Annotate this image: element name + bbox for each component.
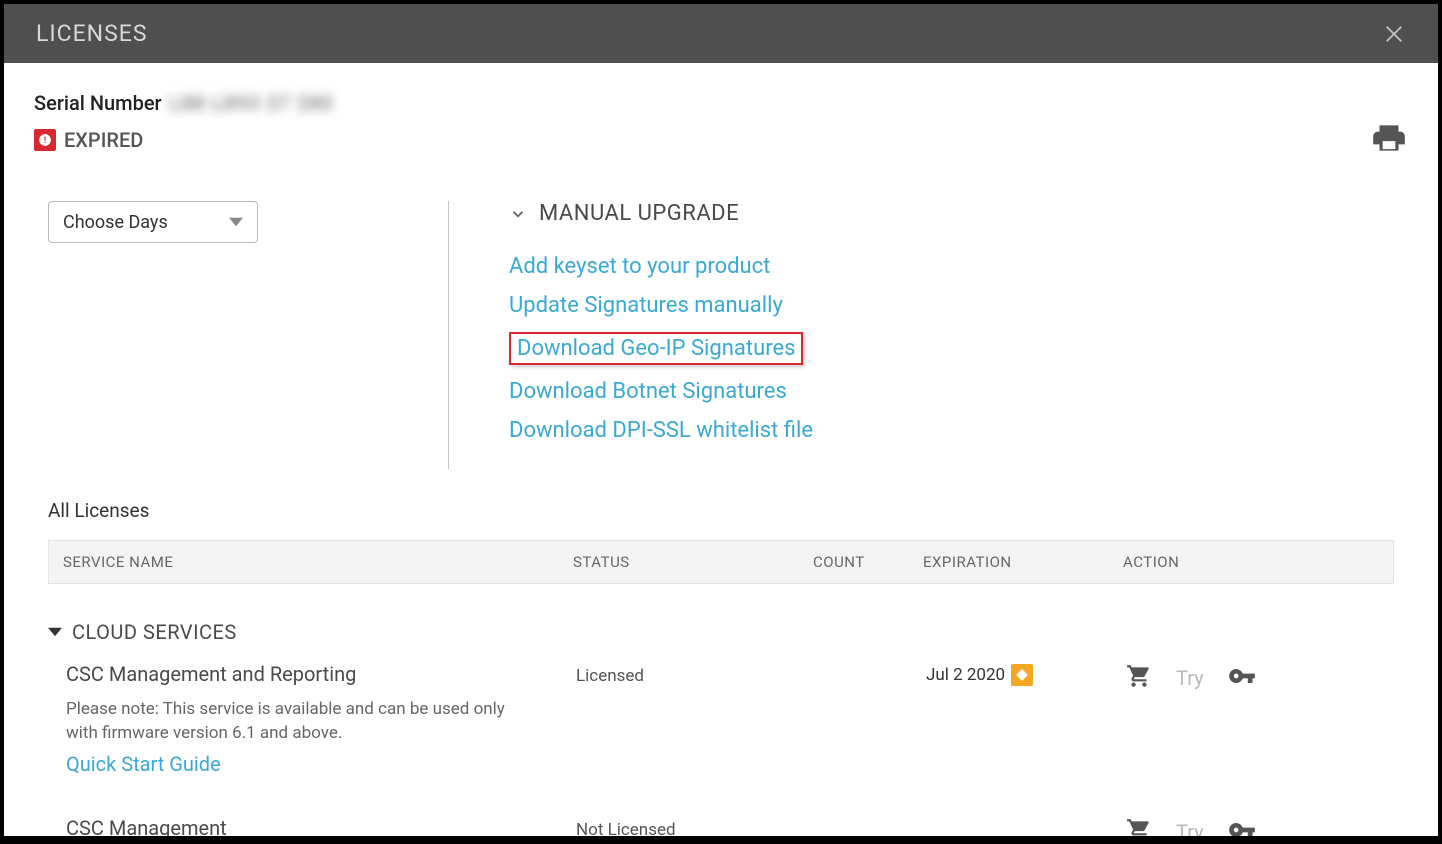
update-signatures-link[interactable]: Update Signatures manually — [509, 293, 783, 318]
count-cell — [816, 816, 926, 820]
cart-icon[interactable] — [1126, 817, 1152, 836]
quick-start-guide-link[interactable]: Quick Start Guide — [66, 752, 221, 776]
print-icon[interactable] — [1370, 119, 1408, 161]
status-cell: Licensed — [576, 662, 816, 686]
close-icon[interactable] — [1382, 22, 1406, 46]
col-expiration: EXPIRATION — [909, 553, 1109, 571]
cart-icon[interactable] — [1126, 663, 1152, 693]
manual-upgrade-title: MANUAL UPGRADE — [539, 201, 739, 226]
col-action: ACTION — [1109, 553, 1393, 571]
cloud-services-title: CLOUD SERVICES — [72, 620, 237, 644]
expiration-cell — [926, 816, 1126, 818]
choose-days-dropdown[interactable]: Choose Days — [48, 201, 258, 243]
download-dpissl-link[interactable]: Download DPI-SSL whitelist file — [509, 418, 813, 443]
add-keyset-link[interactable]: Add keyset to your product — [509, 254, 770, 279]
key-icon[interactable] — [1228, 816, 1256, 836]
col-status: STATUS — [559, 553, 799, 571]
table-header: SERVICE NAME STATUS COUNT EXPIRATION ACT… — [48, 540, 1394, 584]
choose-days-label: Choose Days — [63, 212, 168, 233]
key-icon[interactable] — [1228, 662, 1256, 694]
service-name: CSC Management and Reporting — [66, 662, 576, 686]
page-title: LICENSES — [36, 20, 147, 47]
col-service-name: SERVICE NAME — [49, 553, 559, 571]
service-name: CSC Management — [66, 816, 576, 836]
try-button[interactable]: Try — [1176, 820, 1204, 836]
count-cell — [816, 662, 926, 666]
try-button[interactable]: Try — [1176, 666, 1204, 690]
service-note: Please note: This service is available a… — [66, 698, 536, 746]
diamond-icon — [1011, 664, 1033, 686]
serial-number-value: L88 L893 37 280 — [170, 91, 334, 115]
cloud-services-section-toggle[interactable]: CLOUD SERVICES — [48, 620, 1394, 644]
download-geoip-link[interactable]: Download Geo-IP Signatures — [509, 332, 803, 365]
col-count: COUNT — [799, 553, 909, 571]
alert-icon — [34, 129, 56, 151]
serial-number-label: Serial Number — [34, 91, 162, 115]
manual-upgrade-toggle[interactable]: MANUAL UPGRADE — [509, 201, 1408, 226]
all-licenses-label: All Licenses — [34, 499, 1408, 522]
status-cell: Not Licensed — [576, 816, 816, 836]
status-badge: EXPIRED — [64, 128, 143, 152]
download-botnet-link[interactable]: Download Botnet Signatures — [509, 379, 787, 404]
table-row: CSC Management Not Licensed Try — [48, 816, 1394, 836]
expiration-date: Jul 2 2020 — [926, 665, 1005, 685]
table-row: CSC Management and Reporting Please note… — [48, 662, 1394, 776]
